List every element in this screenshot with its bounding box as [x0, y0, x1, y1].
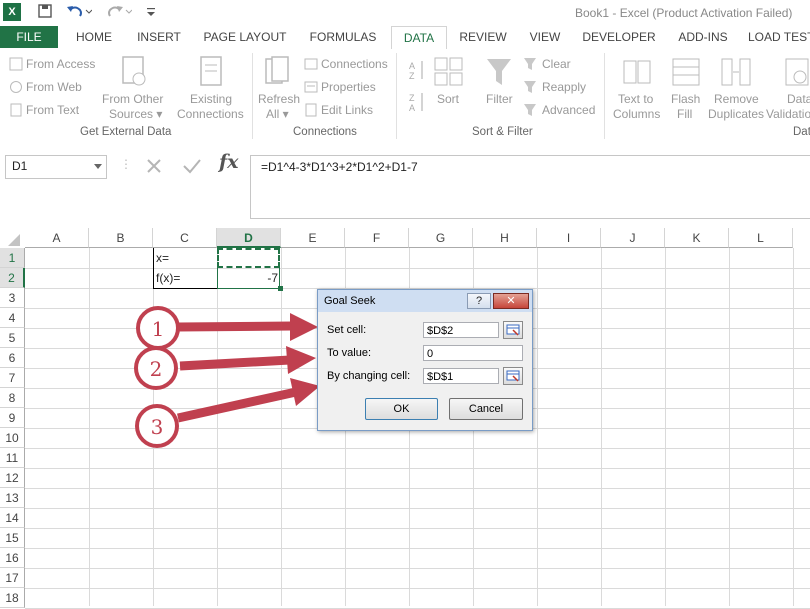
help-icon[interactable]: ?: [467, 293, 491, 309]
dialog-title: Goal Seek: [324, 295, 376, 307]
dialog-title-bar[interactable]: Goal Seek ? ✕: [318, 290, 532, 312]
set-cell-label: Set cell:: [327, 324, 367, 336]
annotation-number-2: 2: [150, 357, 163, 381]
annotation-arrow-3: [177, 378, 320, 423]
range-picker-icon: [506, 324, 520, 336]
close-icon[interactable]: ✕: [493, 293, 529, 309]
range-picker-icon: [506, 370, 520, 382]
ok-button[interactable]: OK: [365, 398, 438, 420]
to-value-input[interactable]: 0: [423, 345, 523, 361]
goal-seek-dialog: Goal Seek ? ✕ Set cell: $D$2 To value: 0…: [317, 289, 533, 431]
changing-cell-input[interactable]: $D$1: [423, 368, 499, 384]
set-cell-input[interactable]: $D$2: [423, 322, 499, 338]
changing-cell-label: By changing cell:: [327, 370, 411, 382]
annotation-number-3: 3: [151, 415, 164, 439]
annotation-number-1: 1: [152, 317, 165, 341]
changing-cell-ref-picker[interactable]: [503, 367, 523, 385]
cancel-button[interactable]: Cancel: [449, 398, 523, 420]
annotation-arrow-1: [177, 313, 318, 341]
to-value-label: To value:: [327, 347, 372, 359]
annotation-arrow-2: [179, 346, 316, 374]
set-cell-ref-picker[interactable]: [503, 321, 523, 339]
